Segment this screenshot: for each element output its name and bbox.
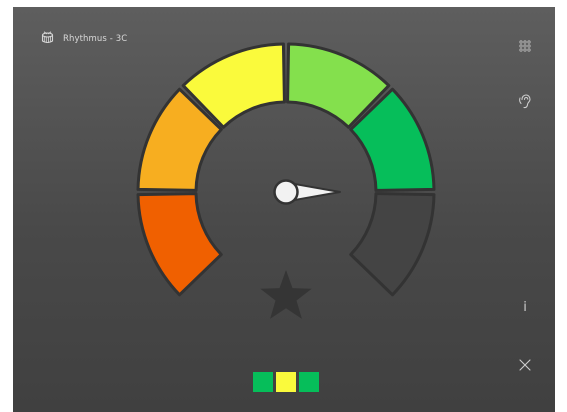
gauge-segment-red [136,192,223,297]
result-indicator [253,372,319,392]
star-icon [260,270,312,319]
result-square-2 [276,372,296,392]
gauge-segment-empty [349,192,436,297]
app-window: Rhythmus - 3C i [13,7,555,412]
rhythm-gauge [136,42,436,319]
result-square-3 [299,372,319,392]
gauge-segments [136,42,436,297]
result-square-1 [253,372,273,392]
needle-pointer-icon [273,179,341,205]
